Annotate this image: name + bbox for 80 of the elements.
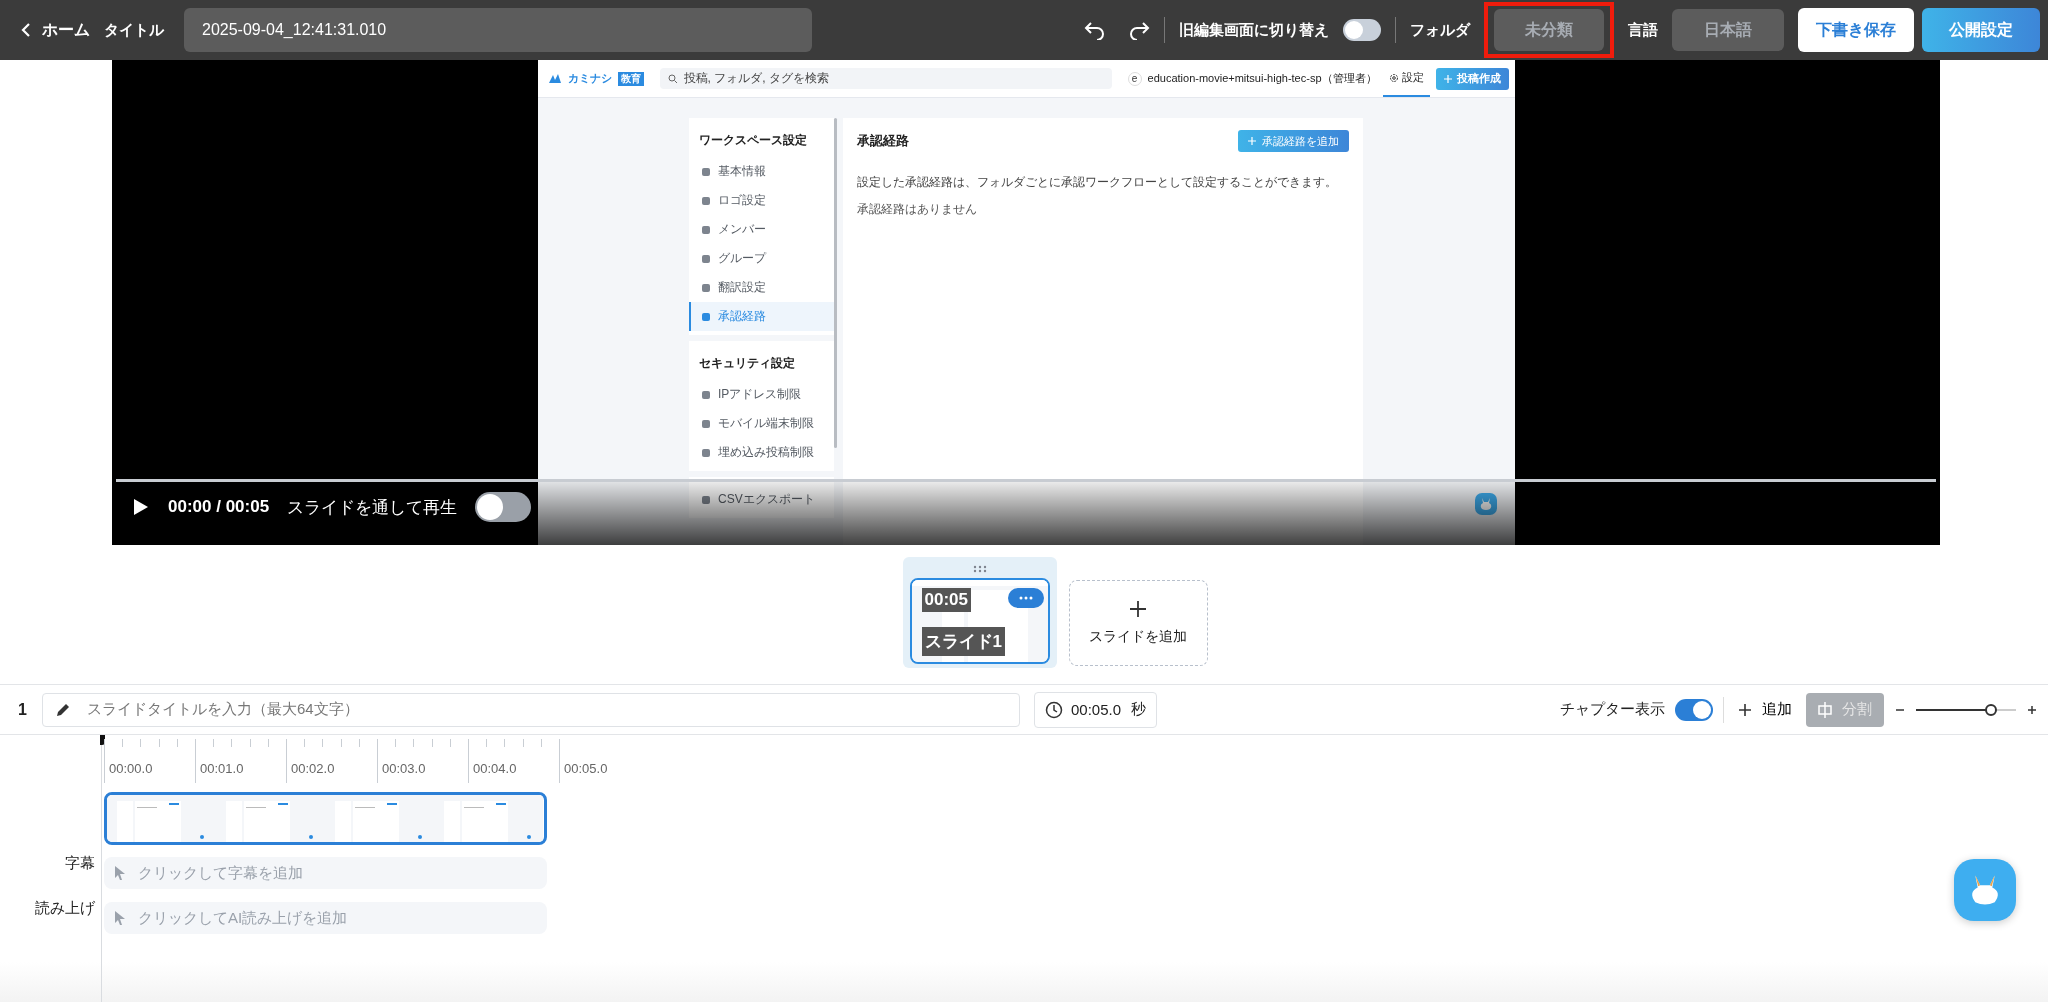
chapter-label: チャプター表示 [1560,700,1665,719]
sidebar-item[interactable]: 翻訳設定 [689,273,834,302]
pencil-icon [55,701,71,718]
undo-icon[interactable] [1084,20,1106,40]
menu-item-icon [701,195,711,206]
logo-badge: 教育 [617,71,644,86]
playback-time: 00:00 / 00:05 [168,497,270,517]
sidebar-item[interactable]: グループ [689,244,834,273]
sidebar-item[interactable]: 埋め込み投稿制限 [689,438,834,467]
drag-handle-icon[interactable] [972,565,987,573]
add-button[interactable]: 追加 [1734,700,1796,719]
menu-item-icon [701,447,711,458]
sidebar-item[interactable]: 基本情報 [689,157,834,186]
play-through-label: スライドを通して再生 [287,496,458,519]
time-label: 00:04.0 [473,761,517,776]
duration-field[interactable]: 00:05.0 秒 [1034,691,1158,728]
track-label: 字幕 [65,853,95,873]
time-label: 00:01.0 [200,761,244,776]
sidebar-heading: ワークスペース設定 [698,132,808,149]
search-icon [667,73,678,84]
zoom-in-icon[interactable] [2026,703,2038,716]
menu-item-icon [701,389,711,400]
title-label: タイトル [104,20,164,40]
support-chat-button[interactable] [1474,493,1497,515]
slide-duration: 00:05 [921,588,971,612]
back-icon [20,22,32,38]
time-label: 00:02.0 [291,761,335,776]
plus-icon [1248,137,1256,145]
language-label: 言語 [1628,20,1658,40]
slide-card[interactable]: 00:05 スライド1 [902,557,1057,668]
sidebar-item[interactable]: IPアドレス制限 [689,380,834,409]
zoom-thumb[interactable] [1985,703,1997,716]
menu-item-icon [701,224,711,235]
sidebar-heading: セキュリティ設定 [698,355,796,372]
add-slide-button[interactable]: スライドを追加 [1068,580,1208,666]
sidebar-item[interactable]: ロゴ設定 [689,186,834,215]
description-text: 設定した承認経路は、フォルダごとに承認ワークフローとして設定することができます。 [857,174,1338,191]
account-name[interactable]: education-movie+mitsui-high-tec-sp（管理者） [1147,71,1377,86]
empty-message: 承認経路はありません [857,201,978,218]
settings-link[interactable]: 設定 [1382,60,1430,97]
slide-title-field[interactable]: スライドタイトルを入力（最大64文字） [42,692,1020,727]
folder-label: フォルダ [1410,20,1470,40]
menu-item-icon [701,418,711,429]
clock-icon [1045,700,1063,719]
plus-icon [1129,600,1147,618]
logo-text: カミナシ [567,71,612,86]
time-label: 00:00.0 [109,761,153,776]
plus-icon [1738,702,1752,717]
time-label: 00:03.0 [382,761,426,776]
time-label: 00:05.0 [564,761,608,776]
sidebar-item[interactable]: CSVエクスポート [689,485,834,514]
menu-item-icon [701,494,711,505]
play-icon[interactable] [132,497,150,517]
plus-icon [1443,74,1452,83]
slide-title: スライド1 [921,627,1005,656]
chapter-toggle[interactable] [1675,698,1713,721]
playhead-marker[interactable] [100,735,105,745]
legacy-editor-toggle[interactable] [1343,19,1381,41]
logo-icon [547,72,562,85]
settings-icon [1388,72,1399,83]
menu-item-icon [701,166,711,177]
title-field[interactable]: 2025-09-04_12:41:31.010 [184,8,812,52]
page-title: 承認経路 [857,132,909,150]
search-field[interactable]: 投稿, フォルダ, タグを検索 [659,68,1112,89]
legacy-editor-label: 旧編集画面に切り替え [1179,20,1329,40]
more-icon [1018,596,1033,600]
track-label: 読み上げ [35,898,95,918]
home-link[interactable]: ホーム [20,19,90,41]
cursor-icon [114,865,126,881]
sidebar-item[interactable]: メンバー [689,215,834,244]
play-through-toggle[interactable] [475,492,532,522]
menu-item-icon [701,282,711,293]
slide-number: 1 [18,700,28,719]
sidebar-item[interactable]: モバイル端末制限 [689,409,834,438]
redo-icon[interactable] [1128,20,1150,40]
cursor-icon [114,910,126,926]
menu-item-icon [701,253,711,264]
menu-item-icon [701,311,711,322]
split-icon [1818,701,1832,718]
save-draft-button[interactable]: 下書き保存 [1798,8,1914,52]
